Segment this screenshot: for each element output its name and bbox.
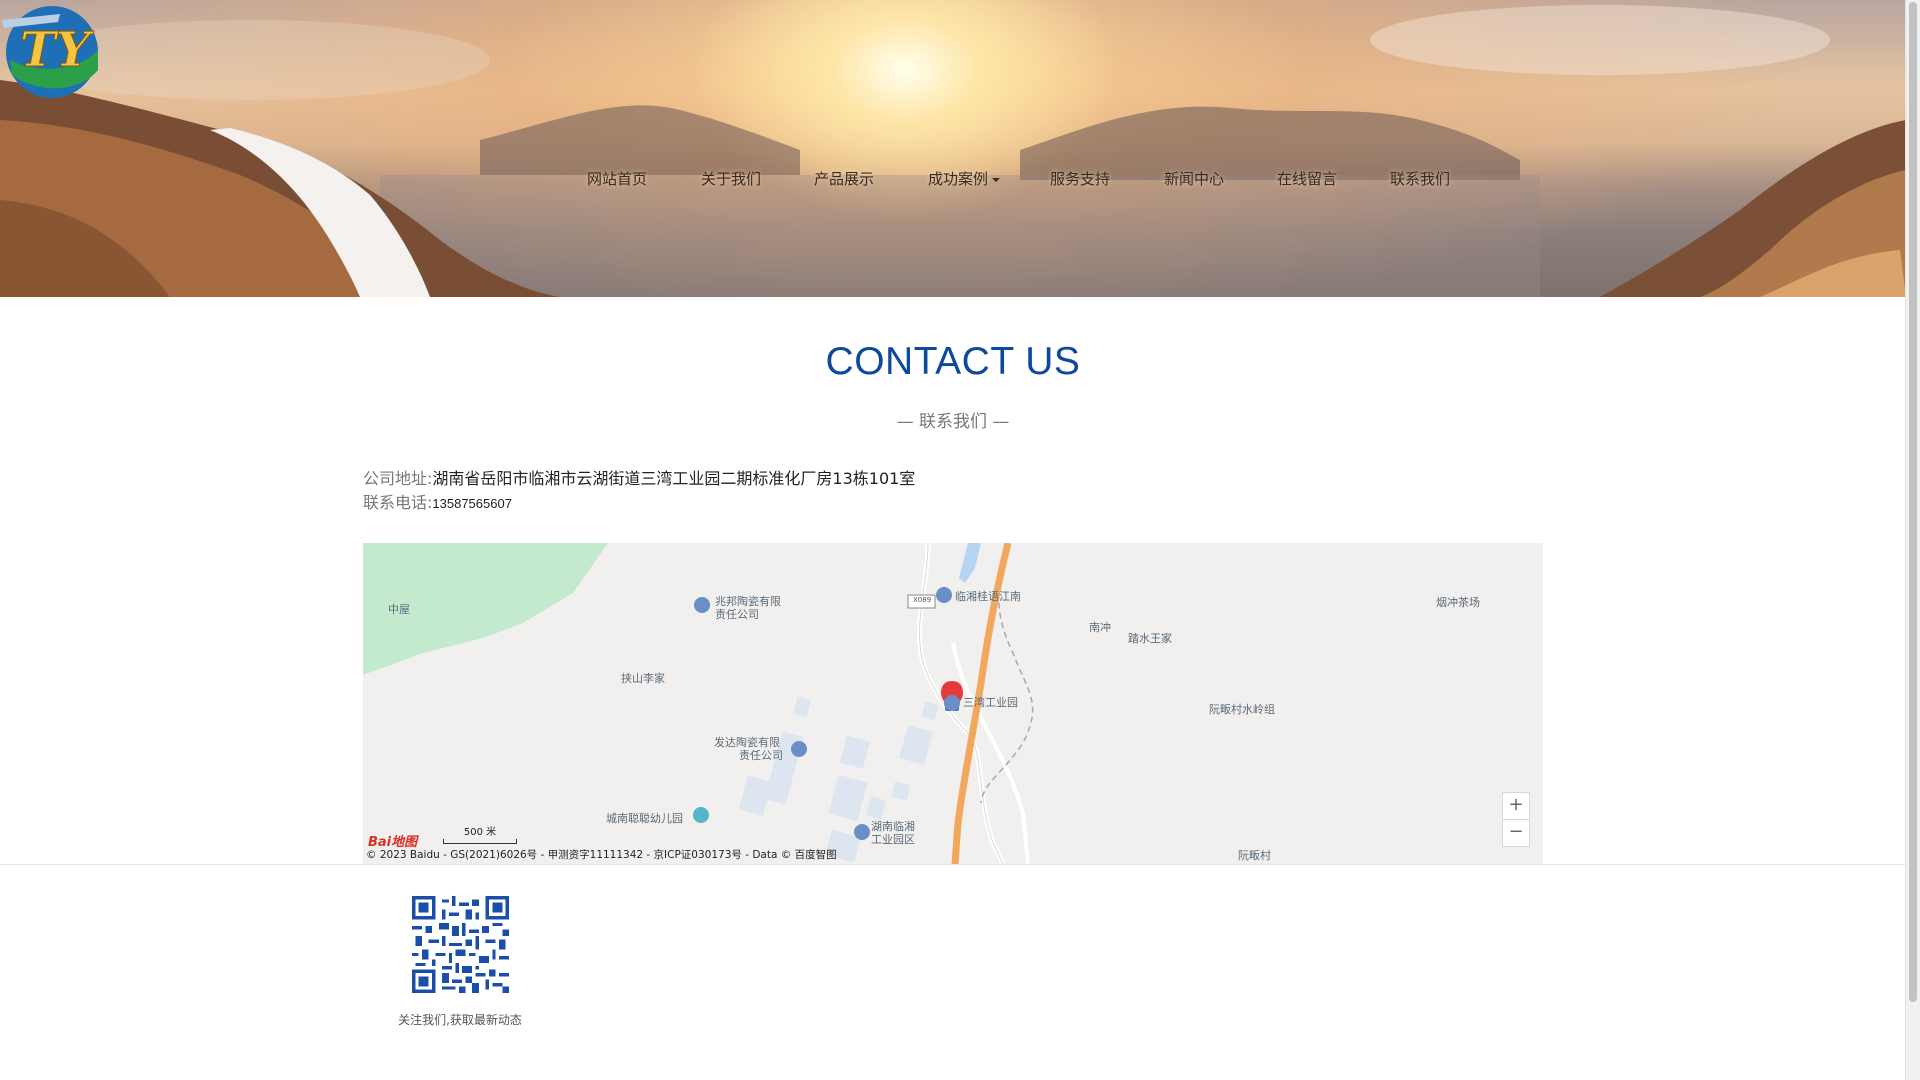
nav-item-products[interactable]: 产品展示 xyxy=(814,168,874,189)
contact-subtitle: — 联系我们 — xyxy=(896,412,1010,432)
map-label-jieshan: 挟山李家 xyxy=(621,672,665,685)
chevron-down-icon xyxy=(992,177,1001,182)
nav-item-message[interactable]: 在线留言 xyxy=(1277,168,1337,189)
map-scale-text: 500 米 xyxy=(463,827,497,838)
nav-item-home[interactable]: 网站首页 xyxy=(587,168,647,189)
nav-item-contact[interactable]: 联系我们 xyxy=(1390,168,1450,189)
map-label-zhaobang-2: 责任公司 xyxy=(715,608,759,621)
map-base xyxy=(363,543,1034,864)
scrollbar-thumb[interactable] xyxy=(1909,2,1917,1002)
map-label-hunan-linxiang-2: 工业园区 xyxy=(871,833,915,846)
map-label-sanwan: 三湾工业园 xyxy=(963,696,1018,709)
page-scrollbar[interactable] xyxy=(1905,0,1920,1080)
baidu-map[interactable]: 中屋 兆邦陶瓷有限 责任公司 X089 临湘桂语江南 南冲 踏水王家 烟冲茶场 … xyxy=(363,543,1543,865)
nav-item-news[interactable]: 新闻中心 xyxy=(1164,168,1224,189)
map-label-zhongwu: 中屋 xyxy=(388,603,410,616)
zoom-out-button[interactable]: − xyxy=(1502,819,1530,847)
address-value: 湖南省岳阳市临湘市云湖街道三湾工业园二期标准化厂房13栋101室 xyxy=(432,469,916,488)
qr-caption: 关注我们,获取最新动态 xyxy=(398,1013,522,1027)
phone-line: 联系电话:13587565607 xyxy=(363,489,512,513)
contact-title: CONTACT US xyxy=(825,340,1081,383)
map-scale: 500 米 xyxy=(443,823,517,844)
nav-item-cases-label: 成功案例 xyxy=(928,170,989,188)
company-logo[interactable]: TY xyxy=(0,0,100,100)
svg-text:TY: TY xyxy=(20,22,95,78)
map-label-ruanfan-shuiling: 阮畈村水岭组 xyxy=(1209,703,1275,716)
footer-divider xyxy=(0,864,1906,865)
map-label-yanchong: 烟冲茶场 xyxy=(1436,596,1480,609)
address-line: 公司地址:湖南省岳阳市临湘市云湖街道三湾工业园二期标准化厂房13栋101室 xyxy=(363,465,915,489)
map-label-tashui: 踏水王家 xyxy=(1128,632,1172,645)
map-copyright: © 2023 Baidu - GS(2021)6026号 - 甲测资字11111… xyxy=(366,849,837,861)
sunset-mountain-scenery xyxy=(0,5,1906,297)
map-label-chengnan: 城南聪聪幼儿园 xyxy=(606,812,683,825)
hero-banner: TY 网站首页 关于我们 产品展示 成功案例 服务支持 新闻中心 在线留言 联系… xyxy=(0,0,1906,297)
nav-item-cases[interactable]: 成功案例 xyxy=(928,168,1001,189)
nav-item-about[interactable]: 关于我们 xyxy=(701,168,761,189)
map-label-fada-2: 责任公司 xyxy=(739,749,783,762)
map-label-ruanfan: 阮畈村 xyxy=(1238,849,1271,862)
map-label-guiyu: 临湘桂语江南 xyxy=(955,590,1021,603)
phone-value: 13587565607 xyxy=(432,496,512,511)
qr-code-image xyxy=(412,896,509,993)
address-label: 公司地址: xyxy=(363,469,433,488)
map-label-x089: X089 xyxy=(913,596,932,604)
map-scale-bar xyxy=(443,839,517,844)
map-label-nanchong: 南冲 xyxy=(1089,621,1111,634)
nav-item-support[interactable]: 服务支持 xyxy=(1050,168,1110,189)
zoom-in-button[interactable]: + xyxy=(1502,792,1530,820)
phone-label: 联系电话: xyxy=(363,493,433,512)
